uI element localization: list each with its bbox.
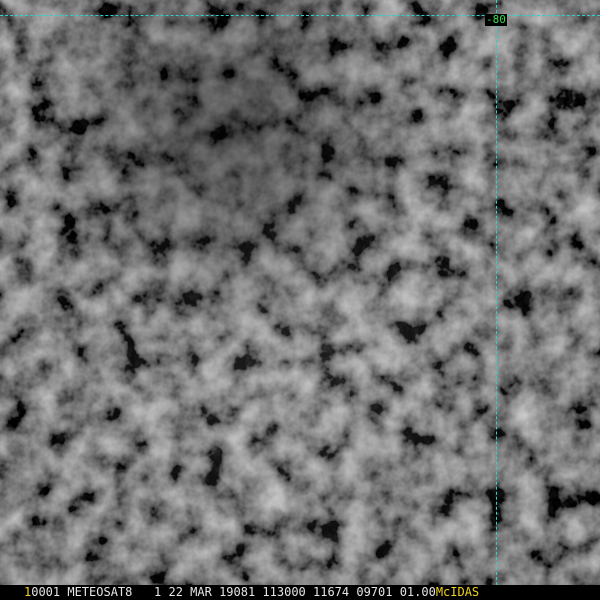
latitude-grid-line [0,15,600,16]
frame-number: 1 [24,585,32,599]
image-info-bar: 10001 METEOSAT8 1 22 MAR 19081 113000 11… [0,585,600,600]
mcidas-brand-label: McIDAS [435,585,480,599]
satellite-image-viewer: -80 10001 METEOSAT8 1 22 MAR 19081 11300… [0,0,600,600]
longitude-grid-line [496,0,497,585]
satellite-imagery [0,0,600,600]
longitude-grid-label: -80 [485,13,507,26]
image-metadata-text: 0001 METEOSAT8 1 22 MAR 19081 113000 116… [31,585,436,599]
